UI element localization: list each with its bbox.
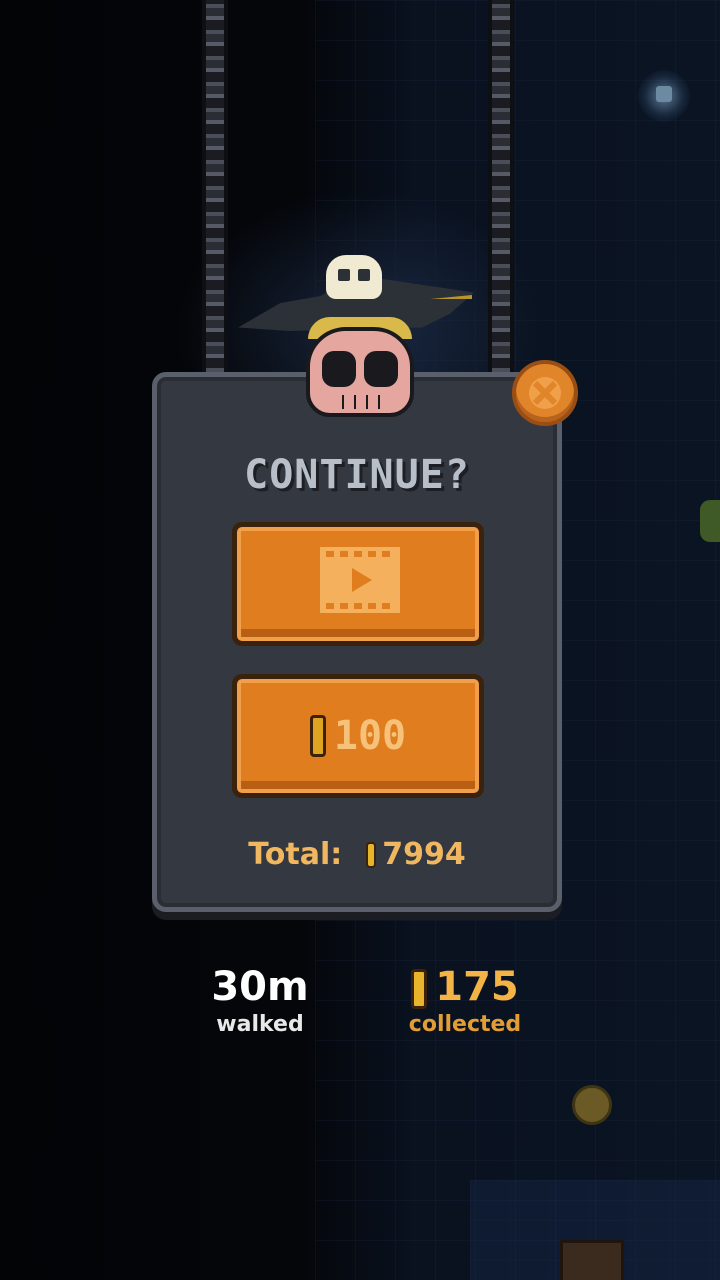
distance-value: 30m <box>211 964 309 1010</box>
skull-icon <box>306 327 414 417</box>
close-button[interactable] <box>512 360 578 426</box>
chain-right <box>488 0 514 380</box>
slime-object <box>700 500 720 542</box>
coins-collected-stat: 175 collected <box>390 962 540 1038</box>
watch-video-continue-button[interactable] <box>232 522 484 646</box>
dialog-title: CONTINUE? <box>244 452 470 498</box>
coin-icon <box>411 969 428 1009</box>
distance-stat: 30m walked <box>190 962 330 1038</box>
total-coins: Total: 7994 <box>152 836 562 872</box>
chain-left <box>202 0 228 380</box>
game-scene: CONTINUE? 100 Total: 7994 30m walked 175 … <box>0 0 720 1280</box>
pirate-skull-icon <box>238 255 478 425</box>
floor-coin <box>572 1085 612 1125</box>
hat-skull-emblem-icon <box>326 255 382 299</box>
total-value: 7994 <box>382 837 466 872</box>
coin-icon <box>366 841 377 868</box>
floor-chest <box>560 1240 624 1280</box>
coins-collected-label: collected <box>408 1012 522 1037</box>
lamp <box>656 86 672 102</box>
coin-icon <box>309 715 326 757</box>
distance-label: walked <box>216 1012 304 1037</box>
total-label: Total: <box>248 837 343 872</box>
close-icon <box>529 377 561 409</box>
coins-collected-value: 175 <box>435 964 519 1010</box>
continue-cost: 100 <box>333 713 407 759</box>
film-play-icon <box>320 547 400 613</box>
pay-coins-continue-button[interactable]: 100 <box>232 674 484 798</box>
